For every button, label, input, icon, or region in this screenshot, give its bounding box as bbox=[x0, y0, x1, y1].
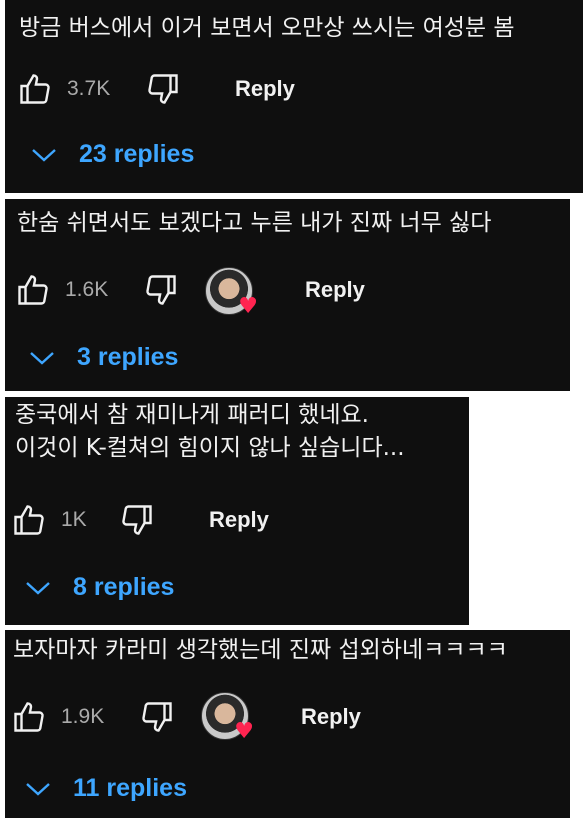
heart-icon: ♥ bbox=[238, 294, 258, 319]
thumbs-up-icon[interactable] bbox=[11, 699, 47, 735]
comment-text: 방금 버스에서 이거 보면서 오만상 쓰시는 여성분 봄 bbox=[19, 12, 515, 45]
chevron-down-icon bbox=[26, 782, 50, 796]
comment-card: 보자마자 카라미 생각했는데 진짜 섭외하네ㅋㅋㅋㅋ 1.9K ♥ Reply … bbox=[5, 630, 570, 818]
view-replies-button[interactable]: 3 replies bbox=[29, 343, 178, 372]
creator-avatar: ♥ bbox=[205, 267, 258, 318]
view-replies-button[interactable]: 8 replies bbox=[25, 573, 174, 602]
comment-text: 중국에서 참 재미나게 패러디 했네요. 이것이 K-컬쳐의 힘이지 않나 싶습… bbox=[15, 399, 405, 465]
chevron-down-icon bbox=[26, 581, 50, 595]
chevron-down-icon bbox=[32, 148, 56, 162]
reply-button[interactable]: Reply bbox=[305, 277, 365, 303]
thumbs-down-icon[interactable] bbox=[143, 272, 179, 308]
reply-button[interactable]: Reply bbox=[301, 704, 361, 730]
comment-actions: 1K Reply bbox=[5, 495, 469, 545]
comment-line: 한숨 쉬면서도 보겠다고 누른 내가 진짜 너무 싫다 bbox=[17, 210, 492, 236]
view-replies-button[interactable]: 23 replies bbox=[31, 140, 194, 169]
comment-card: 중국에서 참 재미나게 패러디 했네요. 이것이 K-컬쳐의 힘이지 않나 싶습… bbox=[5, 397, 469, 625]
view-replies-button[interactable]: 11 replies bbox=[25, 774, 187, 803]
thumbs-up-icon[interactable] bbox=[15, 272, 51, 308]
chevron-down-icon bbox=[30, 351, 54, 365]
comment-line: 이것이 K-컬쳐의 힘이지 않나 싶습니다... bbox=[15, 435, 405, 461]
comment-actions: 3.7K Reply bbox=[5, 64, 583, 114]
comment-card: 한숨 쉬면서도 보겠다고 누른 내가 진짜 너무 싫다 1.6K ♥ Reply… bbox=[5, 199, 570, 391]
comment-line: 중국에서 참 재미나게 패러디 했네요. bbox=[15, 402, 369, 428]
reply-button[interactable]: Reply bbox=[209, 507, 269, 533]
like-count: 1K bbox=[61, 508, 87, 531]
comment-line: 방금 버스에서 이거 보면서 오만상 쓰시는 여성분 봄 bbox=[19, 15, 515, 41]
replies-label: 8 replies bbox=[73, 573, 175, 601]
like-count: 1.9K bbox=[61, 705, 105, 728]
thumbs-down-icon[interactable] bbox=[145, 71, 181, 107]
like-count: 1.6K bbox=[65, 278, 109, 301]
thumbs-up-icon[interactable] bbox=[17, 71, 53, 107]
replies-label: 3 replies bbox=[77, 343, 179, 371]
creator-avatar: ♥ bbox=[201, 692, 254, 743]
comment-text: 보자마자 카라미 생각했는데 진짜 섭외하네ㅋㅋㅋㅋ bbox=[13, 634, 508, 667]
comment-card: 방금 버스에서 이거 보면서 오만상 쓰시는 여성분 봄 3.7K Reply … bbox=[5, 0, 583, 193]
like-count: 3.7K bbox=[67, 77, 111, 100]
thumbs-up-icon[interactable] bbox=[11, 502, 47, 538]
replies-label: 11 replies bbox=[73, 774, 187, 802]
comment-actions: 1.6K ♥ Reply bbox=[5, 265, 570, 318]
replies-label: 23 replies bbox=[79, 140, 195, 168]
thumbs-down-icon[interactable] bbox=[119, 502, 155, 538]
reply-button[interactable]: Reply bbox=[235, 76, 295, 102]
comment-line: 보자마자 카라미 생각했는데 진짜 섭외하네ㅋㅋㅋㅋ bbox=[13, 637, 508, 663]
comment-actions: 1.9K ♥ Reply bbox=[5, 692, 570, 743]
thumbs-down-icon[interactable] bbox=[139, 699, 175, 735]
heart-icon: ♥ bbox=[234, 719, 254, 744]
comment-text: 한숨 쉬면서도 보겠다고 누른 내가 진짜 너무 싫다 bbox=[17, 207, 491, 240]
